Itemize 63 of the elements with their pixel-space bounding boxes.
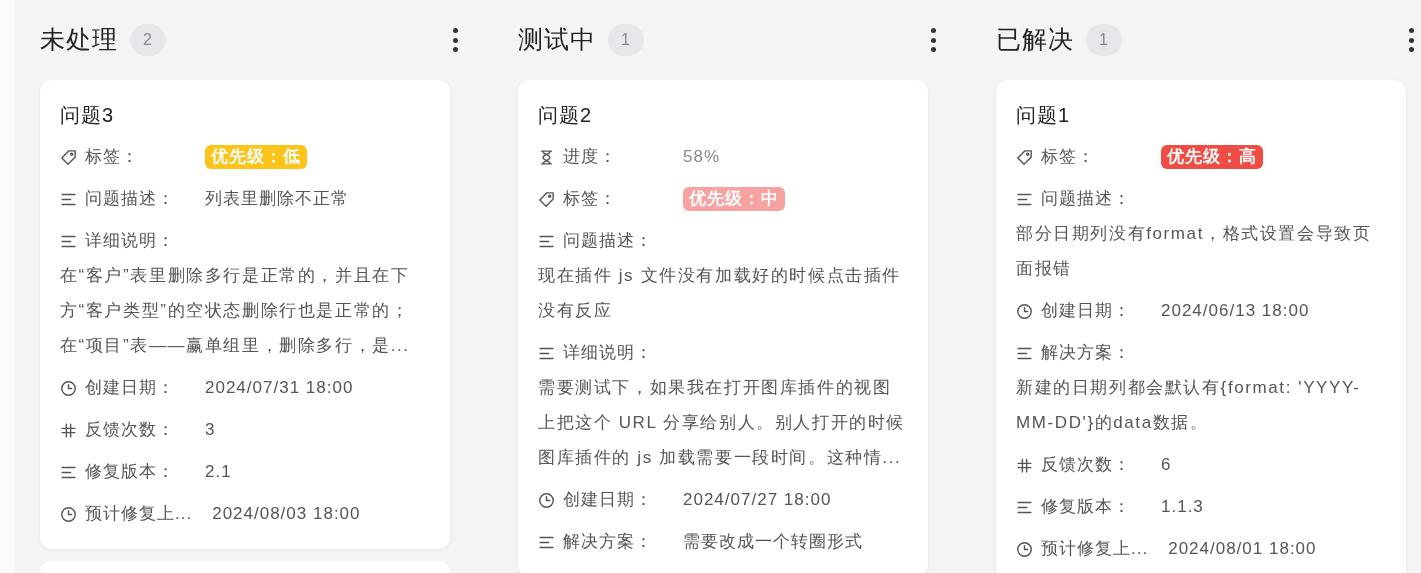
field-value: 1.1.3 [1161, 496, 1204, 519]
field-text: 部分日期列没有format，格式设置会导致页面报错 [1016, 223, 1373, 280]
field-label: 创建日期： [563, 489, 654, 512]
field-value: 2.1 [205, 461, 232, 484]
field-label: 问题描述： [85, 188, 176, 211]
field-value: 2024/08/01 18:00 [1168, 538, 1317, 561]
field-text: 现在插件 js 文件没有加载好的时候点击插件没有反应 [538, 265, 902, 322]
priority-tag: 优先级：低 [205, 145, 307, 169]
field-value: 6 [1161, 454, 1172, 477]
field-value: 58% [683, 146, 721, 169]
field-value: 2024/07/27 18:00 [683, 489, 832, 512]
clock-icon [538, 491, 555, 509]
priority-tag: 优先级：高 [1161, 145, 1263, 169]
field-label: 修复版本： [85, 461, 176, 484]
column-title: 未处理 [40, 24, 118, 56]
field-label: 标签： [85, 146, 140, 169]
count-badge: 2 [130, 24, 166, 56]
field-label: 问题描述： [563, 230, 654, 253]
field-label: 详细说明： [85, 230, 176, 253]
tag-icon [538, 190, 555, 208]
issue-card[interactable]: 问题2 进度： 58% 标签： 优先级：中 问题描述： 现在插件 js 文件没有加载好的时候点击插件没有反应 详细说明： 需要测试下，如果我在打开图库插件的视图上把这个 URL 分享给别人。别人打开的时候图库插件的 js 加载需要一段时间。这种情... 创建日期： 2024/07/27 18:00 解决方案： 需要改成一个转圈形式 [518, 80, 928, 573]
column-title: 测试中 [518, 24, 596, 56]
tag-icon [60, 148, 77, 166]
field-value: 需要改成一个转圈形式 [683, 531, 863, 554]
field-value: 列表里删除不正常 [205, 188, 349, 211]
field-label: 预计修复上... [85, 503, 193, 526]
field-label: 标签： [563, 188, 618, 211]
hourglass-icon [538, 148, 555, 166]
clock-icon [60, 505, 77, 523]
hash-icon [60, 421, 77, 439]
count-badge: 1 [608, 24, 644, 56]
field-label: 预计修复上... [1041, 538, 1149, 561]
issue-card[interactable]: 问题3 标签： 优先级：低 问题描述： 列表里删除不正常 详细说明： 在“客户”表里删除多行是正常的，并且在下方“客户类型”的空状态删除行也是正常的；在“项目”表——赢单组里，删除多行，是... 创建日期： 2024/07/31 18:00 反馈次数： 3 修复版本： 2.1 预计修复上... 2024/08/03 18:00 [40, 80, 450, 549]
field-text: 在“客户”表里删除多行是正常的，并且在下方“客户类型”的空状态删除行也是正常的；在“项目”表——赢单组里，删除多行，是... [60, 265, 411, 357]
field-label: 创建日期： [85, 377, 176, 400]
field-label: 反馈次数： [85, 419, 176, 442]
field-label: 解决方案： [563, 531, 654, 554]
clock-icon [1016, 540, 1033, 558]
field-label: 详细说明： [563, 342, 654, 365]
card-title: 问题2 [538, 103, 594, 128]
field-label: 标签： [1041, 146, 1096, 169]
count-badge: 1 [1086, 24, 1122, 56]
clock-icon [60, 379, 77, 397]
field-value: 3 [205, 419, 216, 442]
issue-card[interactable]: 问题1 标签： 优先级：高 问题描述： 部分日期列没有format，格式设置会导致页面报错 创建日期： 2024/06/13 18:00 解决方案： 新建的日期列都会默认有{format: 'YYYY-MM-DD'}的data数据。 反馈次数： 6 修复版本： 1.1.3 预计修复上... 2024/08/01 18:00 [996, 80, 1406, 573]
card-title: 问题3 [60, 103, 116, 128]
field-label: 创建日期： [1041, 300, 1132, 323]
tag-icon [1016, 148, 1033, 166]
field-value: 2024/07/31 18:00 [205, 377, 354, 400]
field-value: 2024/08/03 18:00 [212, 503, 361, 526]
column-title: 已解决 [996, 24, 1074, 56]
field-label: 修复版本： [1041, 496, 1132, 519]
clock-icon [1016, 302, 1033, 320]
field-value: 2024/06/13 18:00 [1161, 300, 1310, 323]
field-label: 反馈次数： [1041, 454, 1132, 477]
field-label: 问题描述： [1041, 188, 1132, 211]
card-title: 问题1 [1016, 103, 1072, 128]
field-label: 解决方案： [1041, 342, 1132, 365]
field-text: 新建的日期列都会默认有{format: 'YYYY-MM-DD'}的data数据。 [1016, 377, 1362, 434]
priority-tag: 优先级：中 [683, 187, 785, 211]
hash-icon [1016, 456, 1033, 474]
field-label: 进度： [563, 146, 618, 169]
field-text: 需要测试下，如果我在打开图库插件的视图上把这个 URL 分享给别人。别人打开的时候图库插件的 js 加载需要一段时间。这种情... [538, 377, 907, 469]
